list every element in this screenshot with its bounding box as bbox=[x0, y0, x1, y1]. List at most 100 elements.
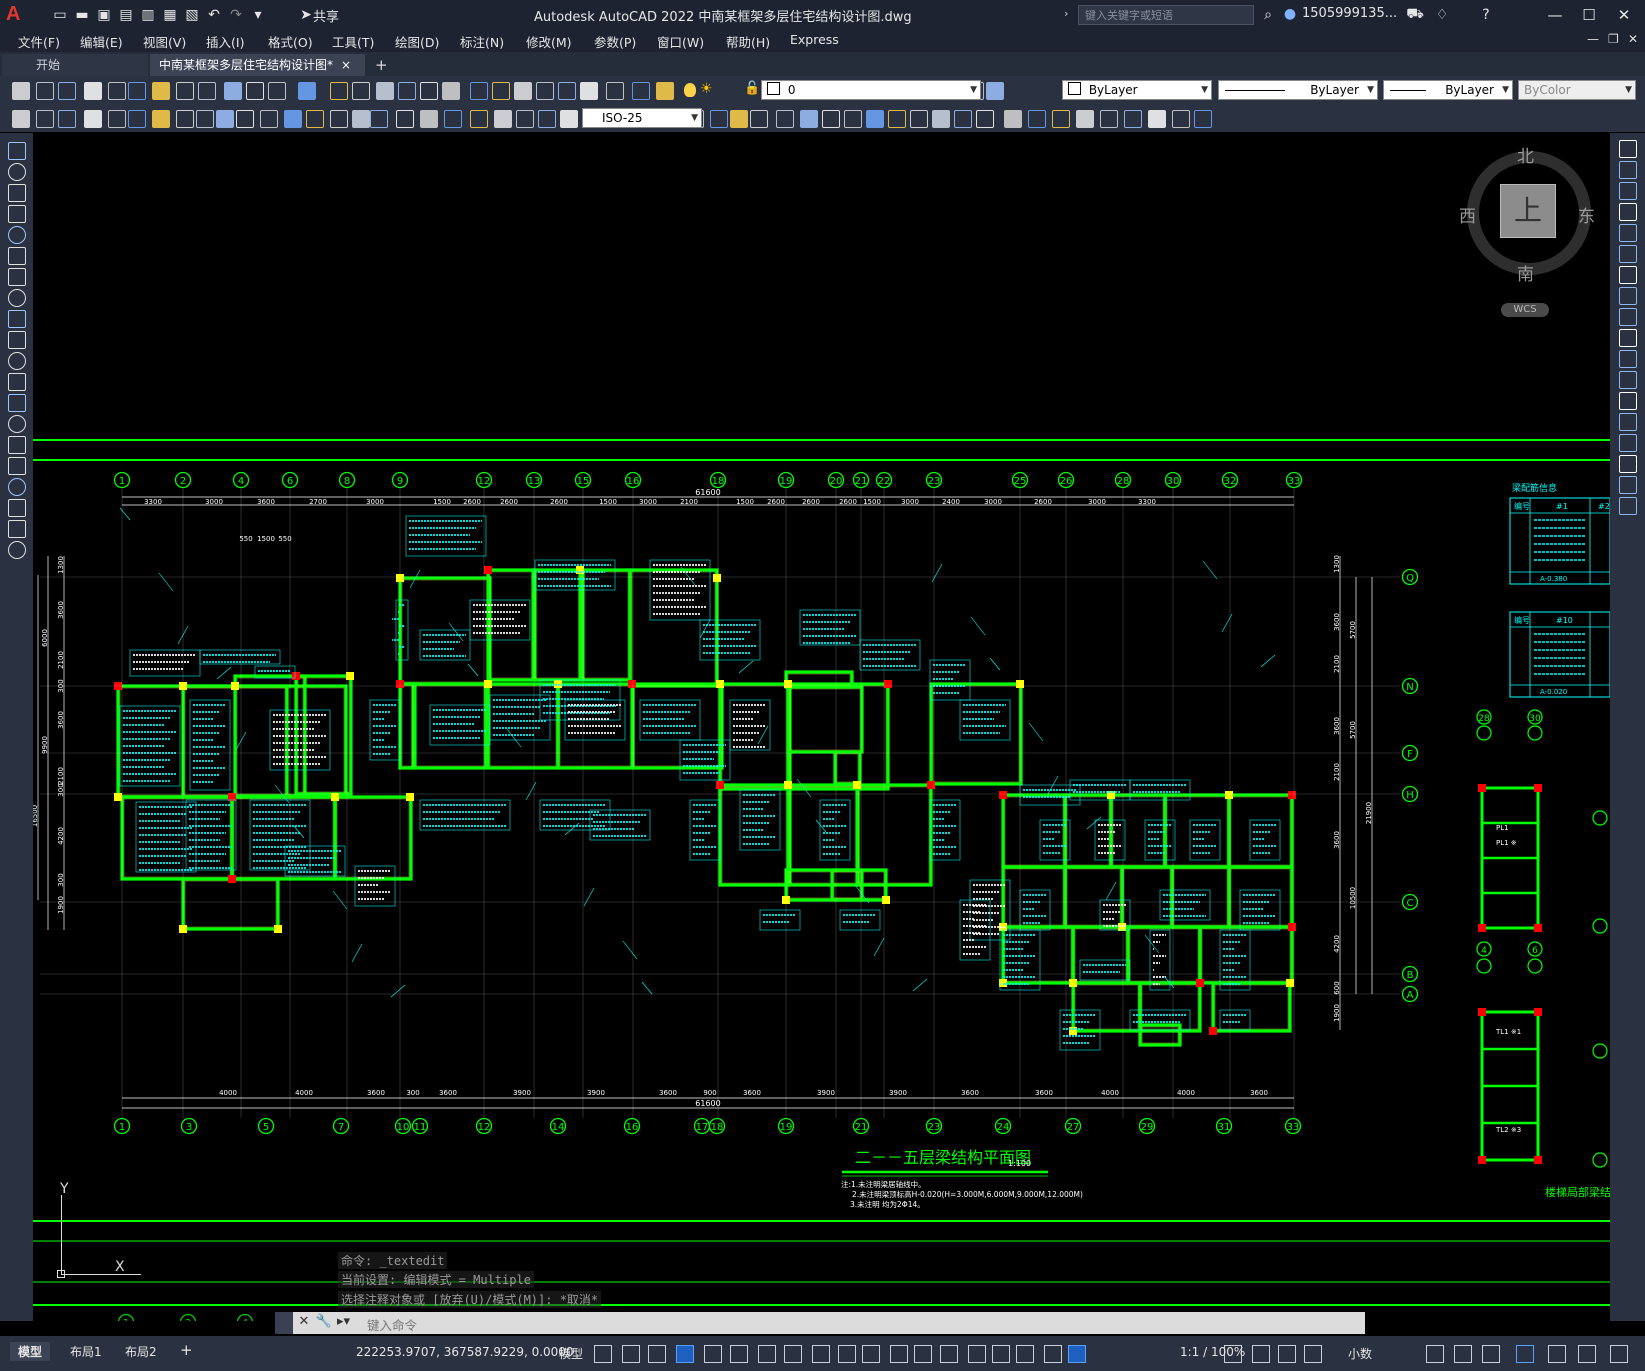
blend-icon[interactable] bbox=[1619, 476, 1637, 494]
annotation-scale[interactable]: 1:1 / 100% bbox=[1180, 1345, 1245, 1359]
erase-icon[interactable] bbox=[470, 110, 488, 128]
space-icon[interactable] bbox=[260, 110, 278, 128]
gizmo-icon[interactable] bbox=[992, 1345, 1010, 1363]
update-icon[interactable] bbox=[444, 110, 462, 128]
app-logo-icon[interactable]: A bbox=[6, 3, 28, 27]
tab-start[interactable]: 开始 bbox=[2, 54, 148, 76]
ordinate-icon[interactable] bbox=[1004, 110, 1022, 128]
edit-text-icon[interactable] bbox=[420, 110, 438, 128]
new-icon[interactable]: ▭ bbox=[50, 5, 70, 25]
extend-icon[interactable] bbox=[800, 110, 818, 128]
command-close-icon[interactable]: ✕ bbox=[295, 1314, 313, 1332]
polygon-icon[interactable] bbox=[8, 205, 26, 223]
layer-on-icon[interactable] bbox=[684, 83, 696, 97]
menu-help[interactable]: 帮助(H) bbox=[726, 32, 770, 51]
search-input[interactable]: 键入关键字或短语 bbox=[1078, 5, 1254, 25]
copy-icon[interactable] bbox=[176, 82, 194, 100]
doc-minimize-button[interactable]: — bbox=[1587, 32, 1599, 46]
help-icon[interactable]: ? bbox=[1476, 5, 1496, 25]
menu-tools[interactable]: 工具(T) bbox=[332, 32, 374, 51]
quick-dim-icon[interactable] bbox=[196, 110, 214, 128]
cart-icon[interactable]: ⛟ bbox=[1405, 5, 1425, 25]
angular-icon[interactable] bbox=[176, 110, 194, 128]
region-icon[interactable] bbox=[8, 478, 26, 496]
layer-state-icon[interactable] bbox=[580, 82, 598, 100]
offset-icon[interactable] bbox=[1619, 203, 1637, 221]
doc-restore-button[interactable]: ❐ bbox=[1608, 32, 1619, 46]
line-icon[interactable] bbox=[8, 142, 26, 160]
3d-osnap-icon[interactable] bbox=[914, 1345, 932, 1363]
erase-icon[interactable] bbox=[1619, 140, 1637, 158]
menu-view[interactable]: 视图(V) bbox=[143, 32, 186, 51]
units-icon[interactable] bbox=[1252, 1345, 1270, 1363]
menu-insert[interactable]: 插入(I) bbox=[206, 32, 244, 51]
layer-thaw-icon[interactable]: ☀ bbox=[700, 82, 714, 96]
grid-icon[interactable] bbox=[594, 1345, 612, 1363]
menu-file[interactable]: 文件(F) bbox=[18, 32, 60, 51]
coordinates-readout[interactable]: 222253.9707, 367587.9229, 0.0000 bbox=[356, 1345, 574, 1359]
zoom-realtime-icon[interactable] bbox=[330, 82, 348, 100]
plot-icon[interactable] bbox=[84, 82, 102, 100]
open-web-icon[interactable]: ▥ bbox=[138, 5, 158, 25]
share-button[interactable]: 共享 bbox=[313, 6, 339, 25]
ellipse-icon[interactable] bbox=[8, 331, 26, 349]
tolerance-icon[interactable] bbox=[306, 110, 324, 128]
new-icon[interactable] bbox=[12, 82, 30, 100]
insert-block-icon[interactable] bbox=[8, 373, 26, 391]
zoom-previous-icon[interactable] bbox=[376, 82, 394, 100]
tab-close-icon[interactable]: × bbox=[341, 54, 351, 76]
minimize-button[interactable]: — bbox=[1543, 4, 1567, 26]
chamfer-icon[interactable] bbox=[866, 110, 884, 128]
snap-icon[interactable] bbox=[622, 1345, 640, 1363]
plotstyle-combo[interactable]: ByColor ▼ bbox=[1518, 80, 1636, 100]
radius-icon[interactable] bbox=[108, 110, 126, 128]
polar-icon[interactable] bbox=[730, 1345, 748, 1363]
selection-filter-icon[interactable] bbox=[968, 1345, 986, 1363]
design-center-icon[interactable] bbox=[420, 82, 438, 100]
user-icon[interactable]: ● bbox=[1280, 4, 1300, 24]
stretch-icon[interactable] bbox=[750, 110, 768, 128]
menu-edit[interactable]: 编辑(E) bbox=[80, 32, 123, 51]
viewcube-east[interactable]: 东 bbox=[1578, 202, 1595, 227]
diameter-icon[interactable] bbox=[1076, 110, 1094, 128]
help-icon[interactable] bbox=[536, 82, 554, 100]
menu-format[interactable]: 格式(O) bbox=[268, 32, 313, 51]
tab-layout1[interactable]: 布局1 bbox=[70, 1343, 102, 1360]
baseline-icon[interactable] bbox=[1148, 110, 1166, 128]
zoom-window-icon[interactable] bbox=[352, 82, 370, 100]
undo-icon[interactable]: ↶ bbox=[204, 5, 224, 25]
ordinate-icon[interactable] bbox=[84, 110, 102, 128]
model-space-button[interactable]: 模型 bbox=[559, 1345, 583, 1362]
clean-screen-icon[interactable] bbox=[1482, 1345, 1500, 1363]
annotation-visibility-icon[interactable] bbox=[1016, 1345, 1034, 1363]
center-mark-icon[interactable] bbox=[330, 110, 348, 128]
layer-iso-icon[interactable] bbox=[656, 82, 674, 100]
quick-properties-icon[interactable] bbox=[1278, 1345, 1296, 1363]
linear-dim-icon[interactable] bbox=[932, 110, 950, 128]
quickcalc-icon[interactable] bbox=[514, 82, 532, 100]
scale-icon[interactable] bbox=[1619, 287, 1637, 305]
viewcube-south[interactable]: 南 bbox=[1517, 260, 1534, 285]
make-block-icon[interactable] bbox=[8, 394, 26, 412]
open-icon[interactable]: ▬ bbox=[72, 5, 92, 25]
jog-line-icon[interactable] bbox=[370, 110, 388, 128]
transparency-icon[interactable] bbox=[862, 1345, 880, 1363]
object-snap-icon[interactable] bbox=[812, 1345, 830, 1363]
command-customize-icon[interactable]: 🔧 bbox=[315, 1314, 333, 1332]
dynamic-input-icon[interactable] bbox=[676, 1345, 694, 1363]
open-icon[interactable] bbox=[36, 82, 54, 100]
circle-icon[interactable] bbox=[8, 268, 26, 286]
lineweight-combo[interactable]: ByLayer ▼ bbox=[1383, 80, 1513, 100]
ortho-icon[interactable] bbox=[704, 1345, 722, 1363]
continue-icon[interactable] bbox=[1172, 110, 1190, 128]
arc-length-icon[interactable] bbox=[976, 110, 994, 128]
aligned-dim-icon[interactable] bbox=[36, 110, 54, 128]
snap-icon[interactable] bbox=[1578, 1345, 1596, 1363]
mirror-icon[interactable] bbox=[1619, 182, 1637, 200]
drawing-canvas[interactable]: 1 2 4 6 8 9 12 13 15 16 18 19 20 21 22 23 25 26 28 30 32 33 1 3… bbox=[33, 133, 1610, 1321]
command-grip[interactable] bbox=[275, 1312, 293, 1334]
viewcube-north[interactable]: 北 bbox=[1517, 142, 1534, 167]
user-account[interactable]: 1505999135... bbox=[1302, 6, 1397, 21]
aligned-dim-icon[interactable] bbox=[954, 110, 972, 128]
explode-icon[interactable] bbox=[910, 110, 928, 128]
